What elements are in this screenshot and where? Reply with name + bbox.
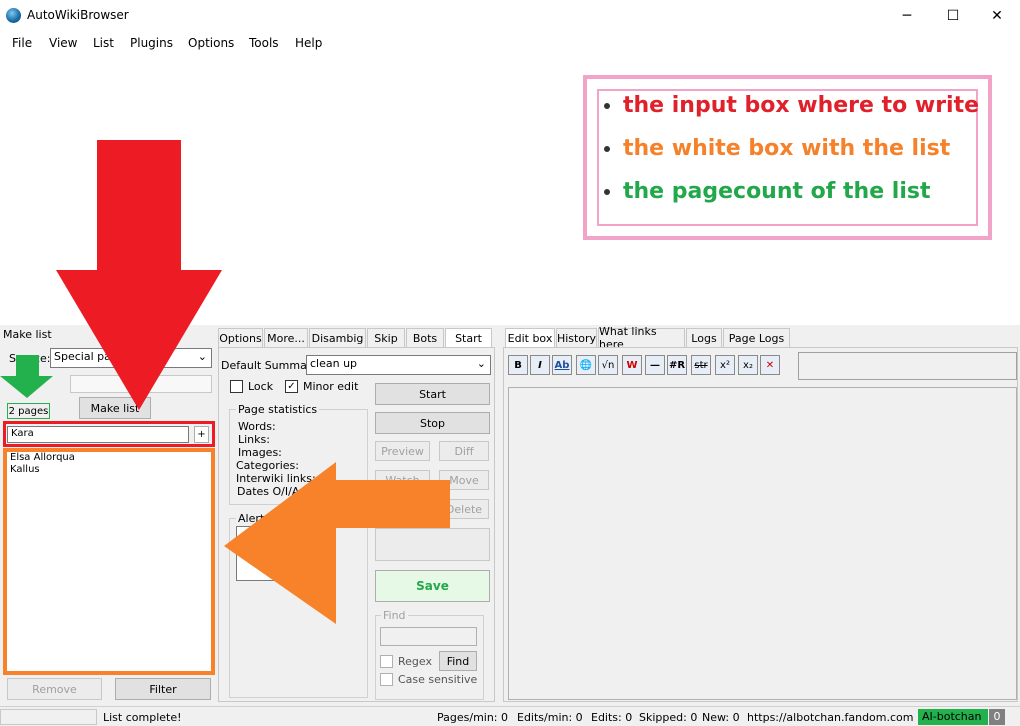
strikethrough-icon[interactable]: str [691,355,711,375]
legend-item: the white box with the list [623,134,979,177]
edit-box-textarea[interactable] [508,387,1017,700]
globe-icon[interactable]: 🌐 [576,355,596,375]
comment-icon[interactable]: ✕ [760,355,780,375]
menu-bar: File View List Plugins Options Tools Hel… [0,31,1020,55]
menu-view[interactable]: View [49,36,77,50]
legend-item-text: the white box with the list [623,136,951,161]
filter-button[interactable]: Filter [115,678,211,700]
red-arrow [56,140,222,410]
bold-icon[interactable]: B [508,355,528,375]
edit-summary-input[interactable] [798,352,1017,380]
title-bar: AutoWikiBrowser ─ ☐ ✕ [0,0,1020,31]
regex-label: Regex [398,655,432,668]
superscript-icon[interactable]: x² [715,355,735,375]
legend-list: the input box where to write the white b… [623,91,979,220]
find-button[interactable]: Find [439,651,477,671]
link-icon[interactable]: Ab [552,355,572,375]
legend-item-text: the pagecount of the list [623,179,931,204]
case-sensitive-label: Case sensitive [398,673,478,686]
subscript-icon[interactable]: x₂ [738,355,758,375]
menu-tools[interactable]: Tools [249,36,279,50]
nowiki-icon[interactable]: W [622,355,642,375]
status-bar: List complete! Pages/min: 0 Edits/min: 0… [0,706,1020,726]
tab-edit-box[interactable]: Edit box [505,328,555,348]
site-url: https://albotchan.fandom.com [747,711,914,724]
green-arrow [0,355,53,398]
legend-item: the input box where to write [623,91,979,134]
menu-file[interactable]: File [12,36,32,50]
legend-item-text: the input box where to write [623,93,980,118]
annotation-arrows [0,140,450,624]
status-message: List complete! [103,711,182,724]
pages-per-min: Pages/min: 0 [437,711,509,724]
edits-per-min: Edits/min: 0 [517,711,583,724]
remove-button[interactable]: Remove [7,678,102,700]
tab-history[interactable]: History [556,328,597,348]
tab-page-logs[interactable]: Page Logs [723,328,790,348]
legend-item: the pagecount of the list [623,177,979,220]
tab-logs[interactable]: Logs [686,328,722,348]
horizontal-line-icon[interactable]: — [645,355,665,375]
annotation-legend: the input box where to write the white b… [583,75,992,240]
orange-arrow [224,462,450,624]
italic-icon[interactable]: I [530,355,550,375]
redirect-icon[interactable]: #R [667,355,687,375]
user-badge: AI-botchan [918,709,988,725]
math-icon[interactable]: √n [598,355,618,375]
close-button[interactable]: ✕ [974,0,1020,31]
menu-help[interactable]: Help [295,36,322,50]
queue-count: 0 [989,709,1005,725]
menu-plugins[interactable]: Plugins [130,36,173,50]
menu-list[interactable]: List [93,36,114,50]
maximize-button[interactable]: ☐ [930,0,976,31]
skipped-count: Skipped: 0 [639,711,698,724]
case-sensitive-checkbox[interactable] [380,673,393,686]
new-count: New: 0 [702,711,740,724]
edits-count: Edits: 0 [591,711,633,724]
tab-what-links-here[interactable]: What links here [598,325,685,351]
minimize-button[interactable]: ─ [884,0,930,31]
regex-checkbox[interactable] [380,655,393,668]
status-progress [0,709,97,725]
window-title: AutoWikiBrowser [27,8,129,22]
app-icon [6,8,21,23]
menu-options[interactable]: Options [188,36,234,50]
